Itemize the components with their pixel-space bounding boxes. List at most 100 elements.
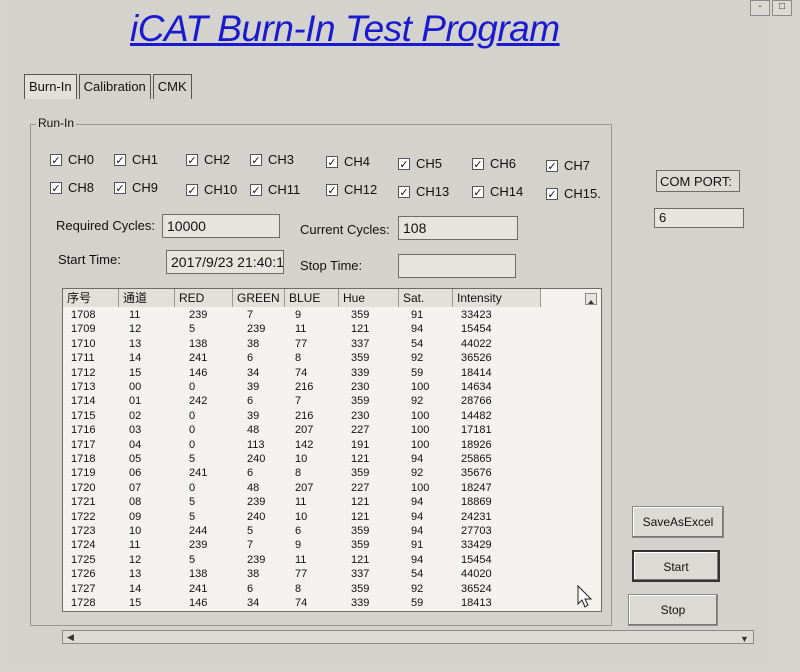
table-row[interactable]: 1727 14 241 6 8 359 92 36524 — [63, 583, 583, 595]
checkbox-check-icon[interactable]: ✓ — [326, 183, 338, 197]
table-cell: 10 — [295, 453, 308, 465]
table-row[interactable]: 1713 00 0 39 216 230 100 14634 — [63, 381, 583, 393]
table-cell: 6 — [247, 395, 254, 408]
minimize-button[interactable]: - — [750, 0, 770, 16]
column-header[interactable]: Hue — [339, 289, 399, 307]
checkbox-check-icon[interactable]: ✓ — [250, 183, 262, 197]
scroll-down-icon[interactable]: ▼ — [740, 634, 749, 644]
channel-checkbox-3[interactable]: ✓ CH3 — [250, 152, 294, 167]
table-row[interactable]: 1710 13 138 38 77 337 54 44022 — [63, 338, 583, 350]
scroll-left-icon[interactable]: ◀ — [67, 632, 74, 643]
table-row[interactable]: 1717 04 0 113 142 191 100 18926 — [63, 439, 583, 451]
column-header[interactable]: Sat. — [399, 289, 453, 307]
table-row[interactable]: 1726 13 138 38 77 337 54 44020 — [63, 568, 583, 580]
checkbox-check-icon[interactable]: ✓ — [114, 181, 126, 195]
maximize-button[interactable]: □ — [772, 0, 792, 16]
stop-button[interactable]: Stop — [628, 594, 718, 626]
channel-label: CH15. — [564, 186, 601, 201]
checkbox-check-icon[interactable]: ✓ — [546, 187, 558, 201]
table-cell: 0 — [189, 381, 196, 393]
table-cell: 77 — [295, 568, 308, 581]
scroll-up-icon[interactable] — [585, 293, 597, 305]
com-port-field[interactable]: 6 — [654, 208, 744, 228]
start-button[interactable]: Start — [632, 550, 720, 582]
table-cell: 10 — [129, 525, 142, 537]
channel-checkbox-5[interactable]: ✓ CH5 — [398, 156, 442, 171]
tab-burn-in[interactable]: Burn-In — [24, 74, 77, 99]
channel-checkbox-6[interactable]: ✓ CH6 — [472, 156, 516, 171]
stop-time-field[interactable] — [398, 254, 516, 278]
table-cell: 1722 — [71, 510, 96, 523]
table-row[interactable]: 1725 12 5 239 11 121 94 15454 — [63, 554, 583, 566]
channel-checkbox-11[interactable]: ✓ CH11 — [250, 182, 300, 197]
column-header[interactable]: 通道 — [119, 289, 175, 307]
table-cell: 1718 — [71, 453, 96, 465]
tab-cmk[interactable]: CMK — [152, 74, 192, 99]
channel-checkbox-1[interactable]: ✓ CH1 — [114, 152, 158, 167]
table-row[interactable]: 1719 06 241 6 8 359 92 35676 — [63, 467, 583, 479]
table-row[interactable]: 1718 05 5 240 10 121 94 25865 — [63, 453, 583, 465]
checkbox-check-icon[interactable]: ✓ — [398, 185, 410, 199]
channel-checkbox-10[interactable]: ✓ CH10 — [186, 182, 237, 197]
table-row[interactable]: 1724 11 239 7 9 359 91 33429 — [63, 539, 583, 551]
checkbox-check-icon[interactable]: ✓ — [114, 153, 126, 167]
required-cycles-field[interactable]: 10000 — [162, 214, 280, 238]
column-header[interactable]: 序号 — [63, 289, 119, 307]
table-row[interactable]: 1712 15 146 34 74 339 59 18414 — [63, 367, 583, 379]
table-cell: 6 — [247, 582, 254, 595]
table-row[interactable]: 1722 09 5 240 10 121 94 24231 — [63, 511, 583, 523]
checkbox-check-icon[interactable]: ✓ — [250, 153, 262, 167]
start-time-field[interactable]: 2017/9/23 21:40:1 — [166, 250, 284, 274]
table-row[interactable]: 1728 15 146 34 74 339 59 18413 — [63, 597, 583, 609]
table-row[interactable]: 1723 10 244 5 6 359 94 27703 — [63, 525, 583, 537]
table-row[interactable]: 1714 01 242 6 7 359 92 28766 — [63, 395, 583, 407]
results-list[interactable]: 序号 通道 RED GREEN BLUE Hue Sat. Intensity 1708 11 2… — [62, 288, 602, 612]
checkbox-check-icon[interactable]: ✓ — [398, 157, 410, 171]
save-as-excel-button[interactable]: SaveAsExcel — [632, 506, 724, 538]
channel-checkbox-12[interactable]: ✓ CH12 — [326, 182, 377, 197]
channel-checkbox-8[interactable]: ✓ CH8 — [50, 180, 94, 195]
app-title-link[interactable]: iCAT Burn-In Test Program — [130, 8, 560, 50]
table-row[interactable]: 1709 12 5 239 11 121 94 15454 — [63, 323, 583, 335]
column-header[interactable]: Intensity — [453, 289, 541, 307]
checkbox-check-icon[interactable]: ✓ — [50, 153, 62, 167]
checkbox-check-icon[interactable]: ✓ — [546, 159, 558, 173]
table-row[interactable]: 1716 03 0 48 207 227 100 17181 — [63, 424, 583, 436]
channel-checkbox-9[interactable]: ✓ CH9 — [114, 180, 158, 195]
checkbox-check-icon[interactable]: ✓ — [472, 185, 484, 199]
channel-checkbox-15[interactable]: ✓ CH15. — [546, 186, 601, 201]
table-row[interactable]: 1711 14 241 6 8 359 92 36526 — [63, 352, 583, 364]
channel-checkbox-13[interactable]: ✓ CH13 — [398, 184, 449, 199]
column-header[interactable]: RED — [175, 289, 233, 307]
table-cell: 38 — [247, 337, 260, 350]
tab-calibration[interactable]: Calibration — [78, 74, 151, 99]
table-cell: 77 — [295, 337, 308, 350]
table-cell: 8 — [295, 352, 302, 365]
table-cell: 9 — [295, 539, 302, 552]
table-cell: 1726 — [71, 568, 96, 581]
table-row[interactable]: 1720 07 0 48 207 227 100 18247 — [63, 482, 583, 494]
table-row[interactable]: 1708 11 239 7 9 359 91 33423 — [63, 309, 583, 321]
channel-checkbox-14[interactable]: ✓ CH14 — [472, 184, 523, 199]
table-row[interactable]: 1715 02 0 39 216 230 100 14482 — [63, 410, 583, 422]
table-cell: 230 — [351, 409, 370, 422]
column-header[interactable]: GREEN — [233, 289, 285, 307]
table-row[interactable]: 1721 08 5 239 11 121 94 18869 — [63, 496, 583, 508]
checkbox-check-icon[interactable]: ✓ — [50, 181, 62, 195]
checkbox-check-icon[interactable]: ✓ — [186, 153, 198, 167]
checkbox-check-icon[interactable]: ✓ — [326, 155, 338, 169]
checkbox-check-icon[interactable]: ✓ — [472, 157, 484, 171]
channel-checkbox-4[interactable]: ✓ CH4 — [326, 154, 370, 169]
channel-checkbox-2[interactable]: ✓ CH2 — [186, 152, 230, 167]
current-cycles-field[interactable]: 108 — [398, 216, 518, 240]
table-cell: 1717 — [71, 438, 96, 451]
table-cell: 1725 — [71, 553, 96, 566]
column-header[interactable]: BLUE — [285, 289, 339, 307]
channel-checkbox-7[interactable]: ✓ CH7 — [546, 158, 590, 173]
checkbox-check-icon[interactable]: ✓ — [186, 183, 198, 197]
horizontal-scrollbar[interactable]: ◀ — [62, 630, 754, 644]
channel-label: CH14 — [490, 184, 524, 199]
table-cell: 9 — [295, 309, 302, 321]
table-cell: 191 — [351, 438, 370, 451]
channel-checkbox-0[interactable]: ✓ CH0 — [50, 152, 94, 167]
